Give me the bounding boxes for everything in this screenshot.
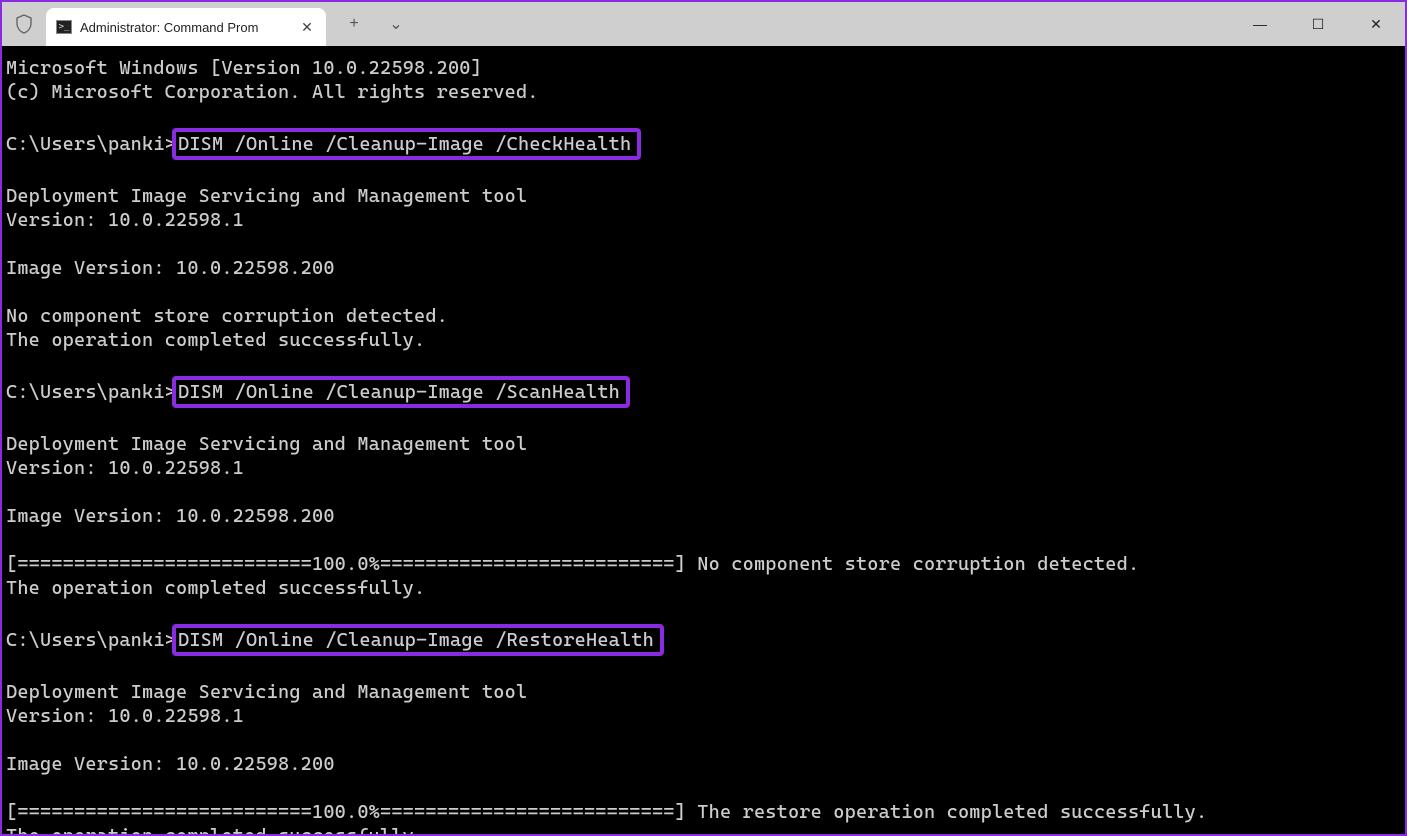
command-highlight-restorehealth: DISM /Online /Cleanup-Image /RestoreHeal… [172, 624, 664, 656]
maximize-button[interactable]: ☐ [1289, 2, 1347, 46]
tab-dropdown-button[interactable]: ⌄ [386, 14, 406, 34]
command-highlight-scanhealth: DISM /Online /Cleanup-Image /ScanHealth [172, 376, 630, 408]
titlebar: >_ Administrator: Command Prom ✕ + ⌄ — ☐… [2, 2, 1405, 46]
cmd-icon: >_ [56, 20, 72, 34]
line: Version: 10.0.22598.1 [6, 705, 244, 727]
terminal-output[interactable]: Microsoft Windows [Version 10.0.22598.20… [2, 46, 1405, 834]
line: [==========================100.0%=======… [6, 553, 1139, 575]
prompt: C:\Users\panki> [6, 629, 176, 651]
tab-close-button[interactable]: ✕ [298, 18, 316, 36]
line: Microsoft Windows [Version 10.0.22598.20… [6, 57, 482, 79]
tab-active[interactable]: >_ Administrator: Command Prom ✕ [46, 8, 326, 46]
line: The operation completed successfully. [6, 825, 425, 834]
close-button[interactable]: ✕ [1347, 2, 1405, 46]
line: Deployment Image Servicing and Managemen… [6, 185, 527, 207]
new-tab-button[interactable]: + [344, 14, 364, 34]
command-highlight-checkhealth: DISM /Online /Cleanup-Image /CheckHealth [172, 128, 641, 160]
line: [==========================100.0%=======… [6, 801, 1207, 823]
line: Version: 10.0.22598.1 [6, 209, 244, 231]
line: The operation completed successfully. [6, 577, 425, 599]
prompt: C:\Users\panki> [6, 381, 176, 403]
minimize-button[interactable]: — [1231, 2, 1289, 46]
tab-title: Administrator: Command Prom [80, 20, 290, 35]
window-controls: — ☐ ✕ [1231, 2, 1405, 46]
line: Image Version: 10.0.22598.200 [6, 505, 335, 527]
tab-actions: + ⌄ [326, 2, 424, 46]
line: Image Version: 10.0.22598.200 [6, 753, 335, 775]
app-window: >_ Administrator: Command Prom ✕ + ⌄ — ☐… [0, 0, 1407, 836]
line: (c) Microsoft Corporation. All rights re… [6, 81, 539, 103]
shield-icon [2, 2, 46, 46]
line: Image Version: 10.0.22598.200 [6, 257, 335, 279]
line: Deployment Image Servicing and Managemen… [6, 433, 527, 455]
line: Version: 10.0.22598.1 [6, 457, 244, 479]
prompt: C:\Users\panki> [6, 133, 176, 155]
line: The operation completed successfully. [6, 329, 425, 351]
line: Deployment Image Servicing and Managemen… [6, 681, 527, 703]
line: No component store corruption detected. [6, 305, 448, 327]
